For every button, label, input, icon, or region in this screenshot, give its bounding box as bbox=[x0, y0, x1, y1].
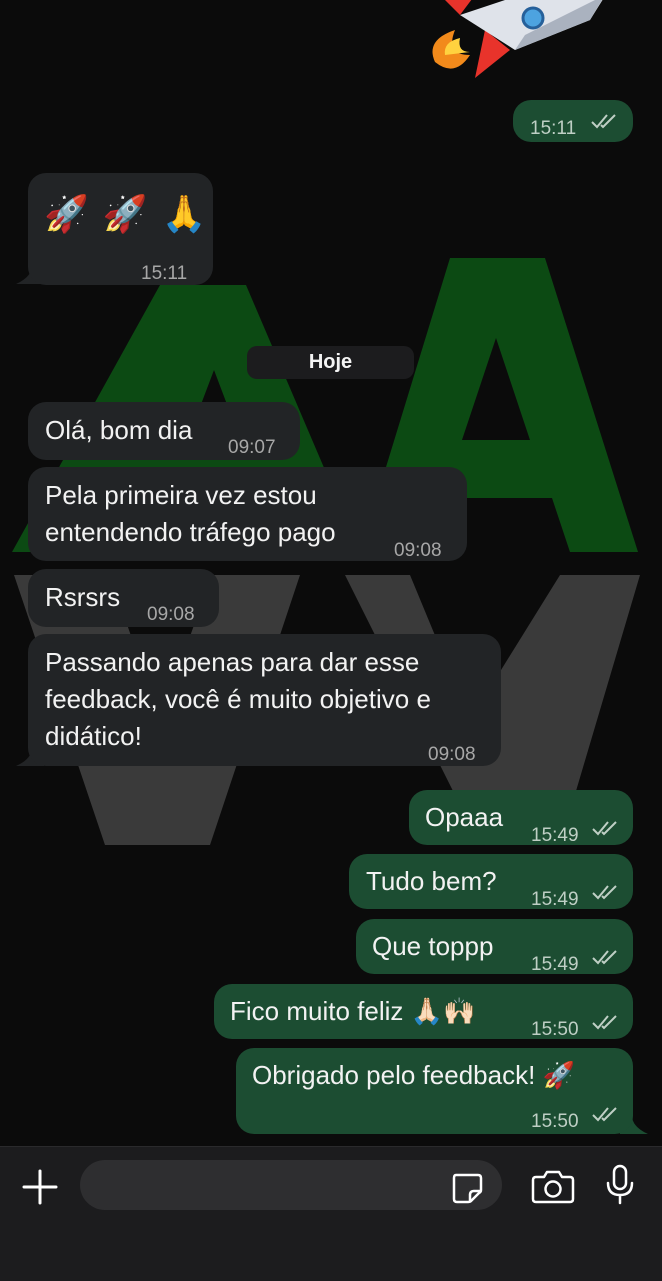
message-text-line: entendendo tráfego pago bbox=[45, 517, 336, 547]
read-receipt-icon bbox=[592, 1015, 617, 1030]
message-time: 15:50 bbox=[531, 1019, 579, 1040]
message-bubble-incoming[interactable]: Pela primeira vez estou entendendo tráfe… bbox=[28, 467, 467, 561]
message-time: 15:11 bbox=[141, 263, 188, 284]
message-text: Olá, bom dia bbox=[45, 415, 193, 445]
message-time: 09:08 bbox=[428, 744, 476, 765]
read-receipt-icon bbox=[592, 1107, 617, 1122]
message-bubble-incoming[interactable]: Passando apenas para dar esse feedback, … bbox=[28, 634, 501, 766]
message-text: Tudo bem? bbox=[366, 866, 497, 896]
message-time: 15:49 bbox=[531, 954, 579, 975]
message-text: Opaaa bbox=[425, 802, 504, 832]
read-receipt-icon bbox=[592, 885, 617, 900]
message-time: 15:50 bbox=[531, 1111, 579, 1132]
message-bubble-outgoing[interactable]: 15:11 bbox=[513, 100, 633, 142]
microphone-icon[interactable] bbox=[604, 1164, 636, 1206]
date-divider: Hoje bbox=[247, 346, 414, 379]
message-time: 09:07 bbox=[228, 437, 276, 458]
rocket-sticker bbox=[432, 0, 603, 78]
sticker-icon[interactable] bbox=[450, 1171, 484, 1205]
message-text-line: Pela primeira vez estou bbox=[45, 480, 317, 510]
message-bubble-outgoing[interactable]: Opaaa 15:49 bbox=[409, 790, 633, 846]
message-time: 09:08 bbox=[147, 604, 195, 625]
message-time: 09:08 bbox=[394, 540, 442, 561]
message-text: Rsrsrs bbox=[45, 582, 121, 612]
emoji-message: 🚀 🚀 🙏 bbox=[44, 193, 209, 234]
message-text: Obrigado pelo feedback! 🚀 bbox=[252, 1060, 575, 1090]
message-bubble-outgoing[interactable]: Que toppp 15:49 bbox=[356, 919, 633, 975]
read-receipt-icon bbox=[592, 950, 617, 965]
message-text: Que toppp bbox=[372, 931, 494, 961]
message-bubble-incoming[interactable]: 🚀 🚀 🙏 15:11 bbox=[28, 173, 213, 285]
message-bubble-incoming[interactable]: Rsrsrs 09:08 bbox=[28, 569, 219, 627]
read-receipt-icon bbox=[591, 114, 616, 129]
message-time: 15:49 bbox=[531, 889, 579, 910]
message-input-bar bbox=[0, 1146, 662, 1281]
message-text-line: didático! bbox=[45, 721, 142, 751]
camera-icon[interactable] bbox=[531, 1168, 575, 1204]
message-bubble-outgoing[interactable]: Fico muito feliz 🙏🏻🙌🏻 15:50 bbox=[214, 984, 633, 1040]
message-text: Fico muito feliz 🙏🏻🙌🏻 bbox=[230, 996, 476, 1026]
chat-area: 15:11 🚀 🚀 🙏 15:11 Hoje Olá, bom dia 09:0… bbox=[0, 0, 662, 1145]
message-text-line: Passando apenas para dar esse bbox=[45, 647, 420, 677]
message-time: 15:49 bbox=[531, 825, 579, 846]
read-receipt-icon bbox=[592, 821, 617, 836]
message-text-line: feedback, você é muito objetivo e bbox=[45, 684, 431, 714]
message-bubble-outgoing[interactable]: Obrigado pelo feedback! 🚀 15:50 bbox=[236, 1048, 633, 1134]
message-input[interactable] bbox=[80, 1160, 502, 1210]
message-time: 15:11 bbox=[530, 118, 577, 139]
message-bubble-incoming[interactable]: Olá, bom dia 09:07 bbox=[28, 402, 300, 460]
plus-icon[interactable] bbox=[22, 1169, 58, 1205]
message-bubble-outgoing[interactable]: Tudo bem? 15:49 bbox=[349, 854, 633, 910]
